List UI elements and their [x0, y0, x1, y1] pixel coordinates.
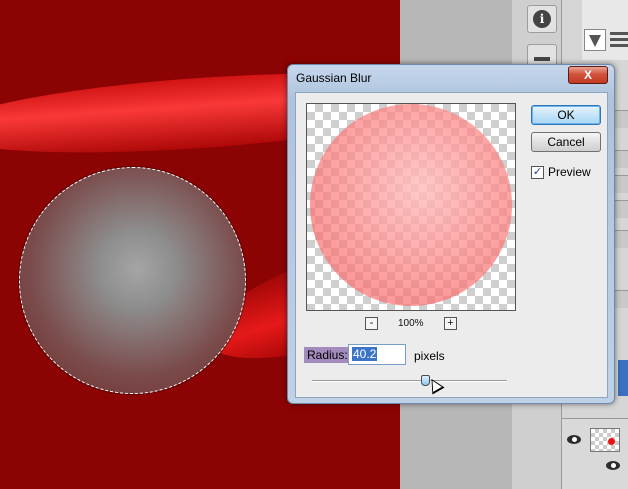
panel-strip — [614, 230, 628, 248]
info-icon: i — [533, 10, 551, 28]
layer-thumbnail[interactable] — [590, 428, 620, 452]
gaussian-blur-dialog: Gaussian Blur X - 100% + OK Cancel ✓ Pre… — [287, 64, 615, 404]
zoom-in-button[interactable]: + — [444, 317, 457, 330]
eye-icon[interactable] — [567, 435, 581, 444]
dialog-title: Gaussian Blur — [296, 71, 372, 85]
info-panel-button[interactable]: i — [527, 5, 557, 33]
dialog-titlebar[interactable]: Gaussian Blur X — [288, 65, 614, 89]
dialog-body: - 100% + OK Cancel ✓ Preview Radius: 40.… — [295, 92, 608, 398]
radius-units: pixels — [414, 349, 445, 363]
radius-value: 40.2 — [352, 347, 378, 361]
ok-button[interactable]: OK — [531, 105, 601, 125]
triangle-icon[interactable] — [584, 29, 606, 51]
align-bars-icon[interactable] — [610, 29, 628, 51]
blurred-sphere-preview — [310, 104, 512, 306]
radius-input[interactable]: 40.2 — [348, 344, 406, 365]
panel-strip — [614, 150, 628, 168]
blur-preview[interactable] — [306, 103, 516, 311]
radius-label: Radius: — [304, 347, 351, 363]
zoom-out-button[interactable]: - — [365, 317, 378, 330]
zoom-level: 100% — [398, 318, 424, 329]
panel-strip — [614, 110, 628, 128]
selected-sphere[interactable] — [19, 167, 246, 394]
red-dot-icon — [608, 438, 615, 445]
panel-strip — [614, 175, 628, 193]
eye-icon[interactable] — [606, 461, 620, 470]
preview-toggle[interactable]: ✓ Preview — [531, 165, 591, 179]
panel-strip — [614, 290, 628, 308]
radius-slider-track[interactable] — [312, 380, 507, 382]
close-button[interactable]: X — [568, 66, 608, 84]
selected-layer-highlight — [618, 360, 628, 396]
preview-checkbox[interactable]: ✓ — [531, 165, 544, 179]
cancel-button[interactable]: Cancel — [531, 132, 601, 152]
preview-label: Preview — [548, 165, 591, 179]
panel-strip — [614, 200, 628, 218]
